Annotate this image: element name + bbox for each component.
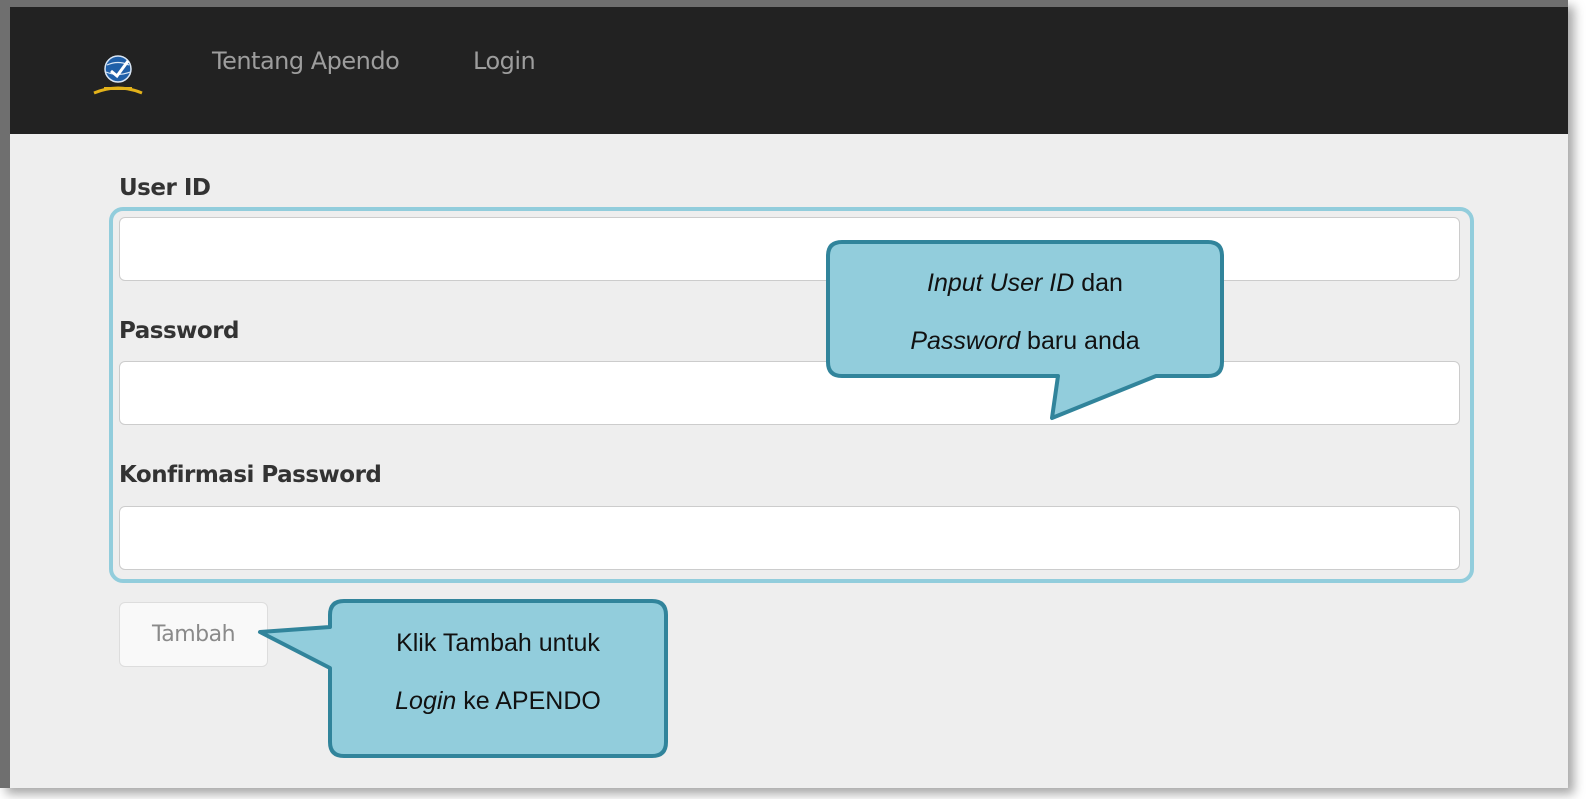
fields-callout-line1-italic: Input User ID (927, 269, 1075, 297)
fields-callout-line1-rest: dan (1074, 269, 1123, 297)
fields-callout-line2-italic: Password (910, 327, 1021, 355)
fields-callout-text: Input User ID dan Password baru anda (828, 254, 1222, 370)
button-callout-text: Klik Tambah untuk Login ke APENDO (330, 614, 666, 730)
button-callout-line1: Klik Tambah untuk (396, 629, 600, 657)
button-callout-line2-rest: ke APENDO (456, 687, 601, 715)
button-callout-line2-italic: Login (395, 687, 457, 715)
annotation-callouts (258, 240, 1224, 758)
fields-callout-line2-rest: baru anda (1020, 327, 1140, 355)
